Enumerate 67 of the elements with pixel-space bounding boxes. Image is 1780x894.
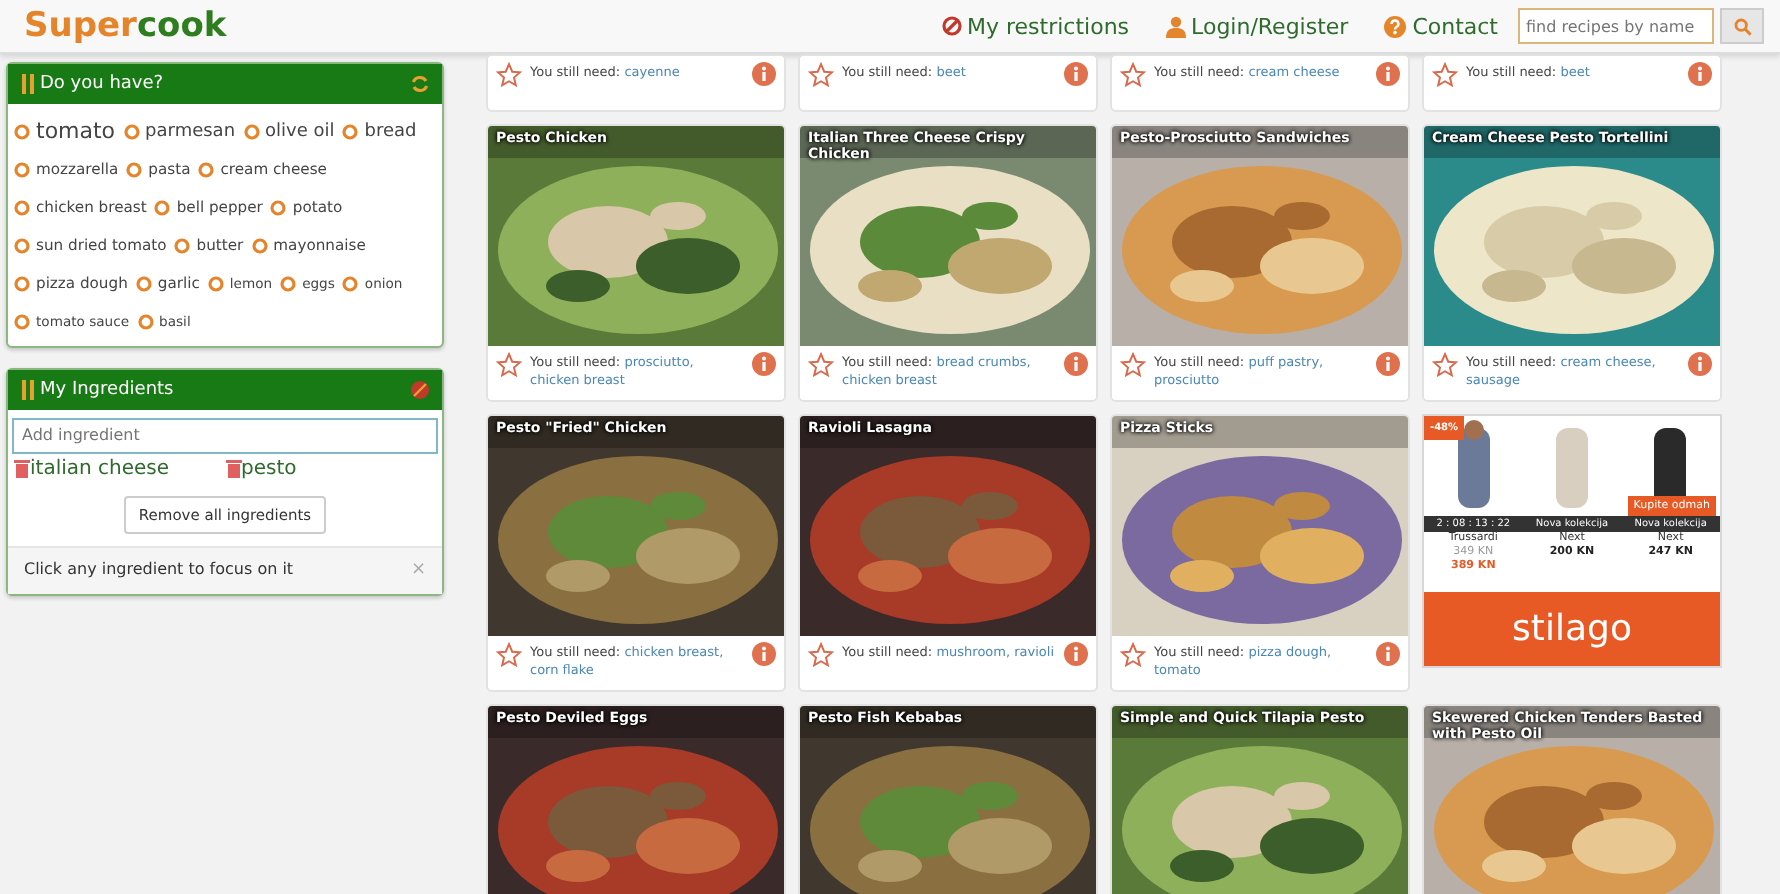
add-icon	[342, 123, 359, 139]
trash-icon[interactable]	[14, 458, 30, 478]
nav-link[interactable]: My restrictions	[941, 13, 1130, 39]
my-ingredient[interactable]: pesto	[225, 457, 436, 479]
star-icon[interactable]	[1120, 62, 1146, 88]
star-icon[interactable]	[1120, 642, 1146, 668]
refresh-icon[interactable]	[410, 74, 430, 94]
info-icon[interactable]	[1688, 352, 1712, 376]
add-icon	[251, 237, 268, 253]
search-icon	[1733, 17, 1751, 35]
add-icon	[243, 123, 260, 139]
logo[interactable]: Supercook	[24, 6, 227, 46]
star-icon[interactable]	[496, 352, 522, 378]
add-icon	[154, 199, 171, 215]
add-icon	[174, 237, 191, 253]
star-icon[interactable]	[808, 642, 834, 668]
star-icon[interactable]	[1432, 62, 1458, 88]
panel-title: My Ingredients	[40, 380, 174, 400]
star-icon[interactable]	[1432, 352, 1458, 378]
panel-title: Do you have?	[40, 74, 164, 94]
add-icon	[207, 275, 224, 291]
add-icon	[14, 123, 30, 139]
info-icon[interactable]	[1376, 352, 1400, 376]
info-icon[interactable]	[1376, 62, 1400, 86]
ingredient-chip[interactable]: bread	[342, 112, 417, 150]
info-icon[interactable]	[1376, 642, 1400, 666]
ingredient-input[interactable]: Add ingredient	[12, 417, 438, 453]
search-button[interactable]	[1720, 8, 1764, 44]
star-icon[interactable]	[808, 62, 834, 88]
add-icon	[280, 275, 297, 291]
search-field[interactable]: find recipes by name	[1518, 8, 1714, 44]
info-icon[interactable]	[1064, 62, 1088, 86]
info-icon[interactable]	[752, 642, 776, 666]
ingredient-chip[interactable]: olive oil	[243, 112, 335, 150]
trash-icon[interactable]	[225, 458, 241, 478]
add-icon	[123, 123, 140, 139]
star-icon[interactable]	[496, 62, 522, 88]
add-icon	[14, 313, 30, 329]
star-icon[interactable]	[1120, 352, 1146, 378]
add-icon	[137, 313, 154, 329]
question-icon	[1384, 15, 1407, 37]
info-icon[interactable]	[752, 62, 776, 86]
star-icon[interactable]	[496, 642, 522, 668]
add-icon	[270, 199, 287, 215]
add-icon	[135, 275, 152, 291]
add-icon	[126, 161, 143, 177]
ingredient-chip[interactable]: tomato	[14, 112, 116, 150]
prohibited-icon	[941, 16, 961, 36]
info-icon[interactable]	[1688, 62, 1712, 86]
ingredient-chip[interactable]: parmesan	[123, 112, 236, 150]
hint-text: Click any ingredient to focus on it	[24, 560, 294, 578]
add-icon	[14, 161, 30, 177]
add-icon	[198, 161, 215, 177]
brand-logo: stilago	[1424, 592, 1720, 666]
user-icon	[1165, 15, 1186, 37]
add-icon	[14, 199, 30, 215]
info-icon[interactable]	[1064, 642, 1088, 666]
my-ingredient[interactable]: italian cheese	[14, 457, 225, 479]
nav-link[interactable]: Login/Register	[1165, 13, 1349, 39]
add-icon	[342, 275, 359, 291]
add-icon	[14, 237, 30, 253]
star-icon[interactable]	[808, 352, 834, 378]
info-icon[interactable]	[752, 352, 776, 376]
info-icon[interactable]	[1064, 352, 1088, 376]
add-icon	[14, 275, 30, 291]
prohibited-icon[interactable]	[410, 380, 430, 400]
nav-link[interactable]: Contact	[1384, 13, 1498, 39]
